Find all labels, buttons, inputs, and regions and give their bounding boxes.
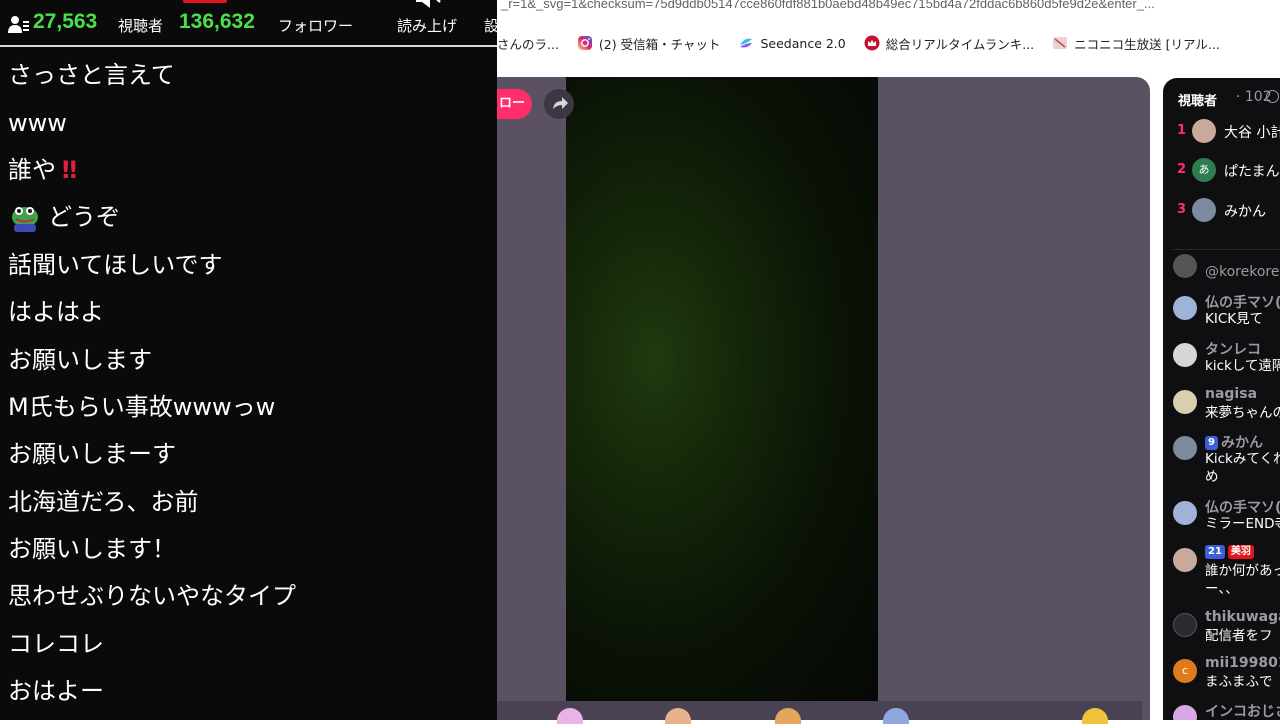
bookmarks-bar: さんのラ... (2) 受信箱・チャット Seedance 2.0 総合リアルタ…: [497, 33, 1238, 53]
ranking-row[interactable]: 2 あ ぱたまん: [1163, 158, 1280, 184]
badge: 美羽: [1227, 545, 1254, 559]
user-icon: [1173, 613, 1197, 637]
gift-bar: [497, 701, 1142, 720]
ranking-row[interactable]: 3 みかん: [1163, 198, 1280, 224]
address-bar[interactable]: _r=1&_svg=1&checksum=75d9ddb05147cce860f…: [501, 0, 1155, 11]
comment-item: www: [8, 108, 67, 137]
sidebar-title: 視聴者: [1178, 94, 1218, 109]
frog-icon: [12, 206, 38, 232]
overlay-header: 27,563 視聴者 136,632 フォロワー 読み上げ 設: [0, 0, 497, 47]
divider: [1173, 249, 1280, 250]
comment-item: 北海道だろ、お前: [8, 487, 199, 516]
avatar: c: [1173, 659, 1197, 683]
bookmark-item[interactable]: 総合リアルタイムランキ...: [864, 34, 1034, 53]
comment-item: M氏もらい事故wwwっw: [8, 392, 276, 421]
comment-item: 話聞いてほしいです: [8, 250, 223, 279]
avatar: [1173, 343, 1197, 367]
comment-item: お願いしまーす: [8, 440, 176, 469]
badge: 9: [1205, 436, 1218, 450]
niconico-icon: [1053, 37, 1068, 49]
seedance-icon: [740, 38, 753, 48]
comment-list: さっさと言えて www 誰や ‼ どうぞ 話聞いてほしいです はよはよ お願いしま…: [8, 52, 493, 715]
avatar: あ: [1192, 158, 1216, 182]
ranking-icon: [864, 35, 880, 51]
followers-count: 136,632: [179, 10, 255, 33]
ranking-row[interactable]: 1 大谷 小計: [1163, 119, 1280, 145]
comment-item: おはよー: [8, 677, 104, 706]
comment-item: お願いします: [8, 345, 152, 374]
share-button[interactable]: [544, 89, 574, 119]
avatar: [1192, 198, 1216, 222]
help-icon[interactable]: [1266, 90, 1279, 103]
avatar: [1173, 254, 1197, 278]
comment-item: さっさと言えて: [8, 61, 175, 90]
double-exclamation-icon: ‼: [62, 155, 78, 184]
avatar: [1173, 548, 1197, 572]
avatar: [1192, 119, 1216, 143]
comment-item: どうぞ: [8, 194, 493, 241]
viewer-sidebar: 視聴者 · 102 1 大谷 小計 2 あ ぱたまん 3 みかん @koreko…: [1163, 78, 1280, 720]
comment-item: 誰や ‼: [8, 147, 493, 194]
speaker-icon[interactable]: [410, 0, 442, 14]
comment-item: コレコレ: [8, 629, 104, 658]
bookmark-item[interactable]: (2) 受信箱・チャット: [577, 34, 720, 53]
settings-button[interactable]: 設: [484, 15, 497, 36]
comment-item: お願いします！: [8, 535, 176, 564]
comment-overlay-panel: 27,563 視聴者 136,632 フォロワー 読み上げ 設 さっさと言えて …: [0, 0, 497, 720]
followers-label: フォロワー: [278, 17, 354, 35]
browser-chrome: _r=1&_svg=1&checksum=75d9ddb05147cce860f…: [497, 0, 1280, 66]
bookmark-item[interactable]: Seedance 2.0: [738, 35, 846, 51]
viewers-icon: [8, 16, 29, 33]
viewers-label: 視聴者: [118, 17, 164, 35]
share-icon: [553, 97, 568, 109]
avatar: [1173, 390, 1197, 414]
comment-item: 思わせぶりないやなタイプ: [8, 582, 296, 611]
avatar: [1173, 501, 1197, 525]
live-indicator: [183, 0, 227, 3]
viewers-count: 27,563: [33, 10, 98, 33]
read-aloud-button[interactable]: 読み上げ: [397, 15, 457, 36]
bookmark-item[interactable]: さんのラ...: [497, 34, 559, 53]
comment-item: はよはよ: [8, 298, 104, 327]
avatar: [1173, 296, 1197, 320]
avatar: [1173, 436, 1197, 460]
live-video[interactable]: [566, 77, 878, 703]
instagram-icon: [577, 36, 592, 50]
bookmark-item[interactable]: ニコニコ生放送 [リアル...: [1052, 34, 1220, 53]
avatar: [1173, 705, 1197, 720]
follow-button[interactable]: ロー: [497, 89, 532, 119]
badge: 21: [1205, 545, 1225, 559]
